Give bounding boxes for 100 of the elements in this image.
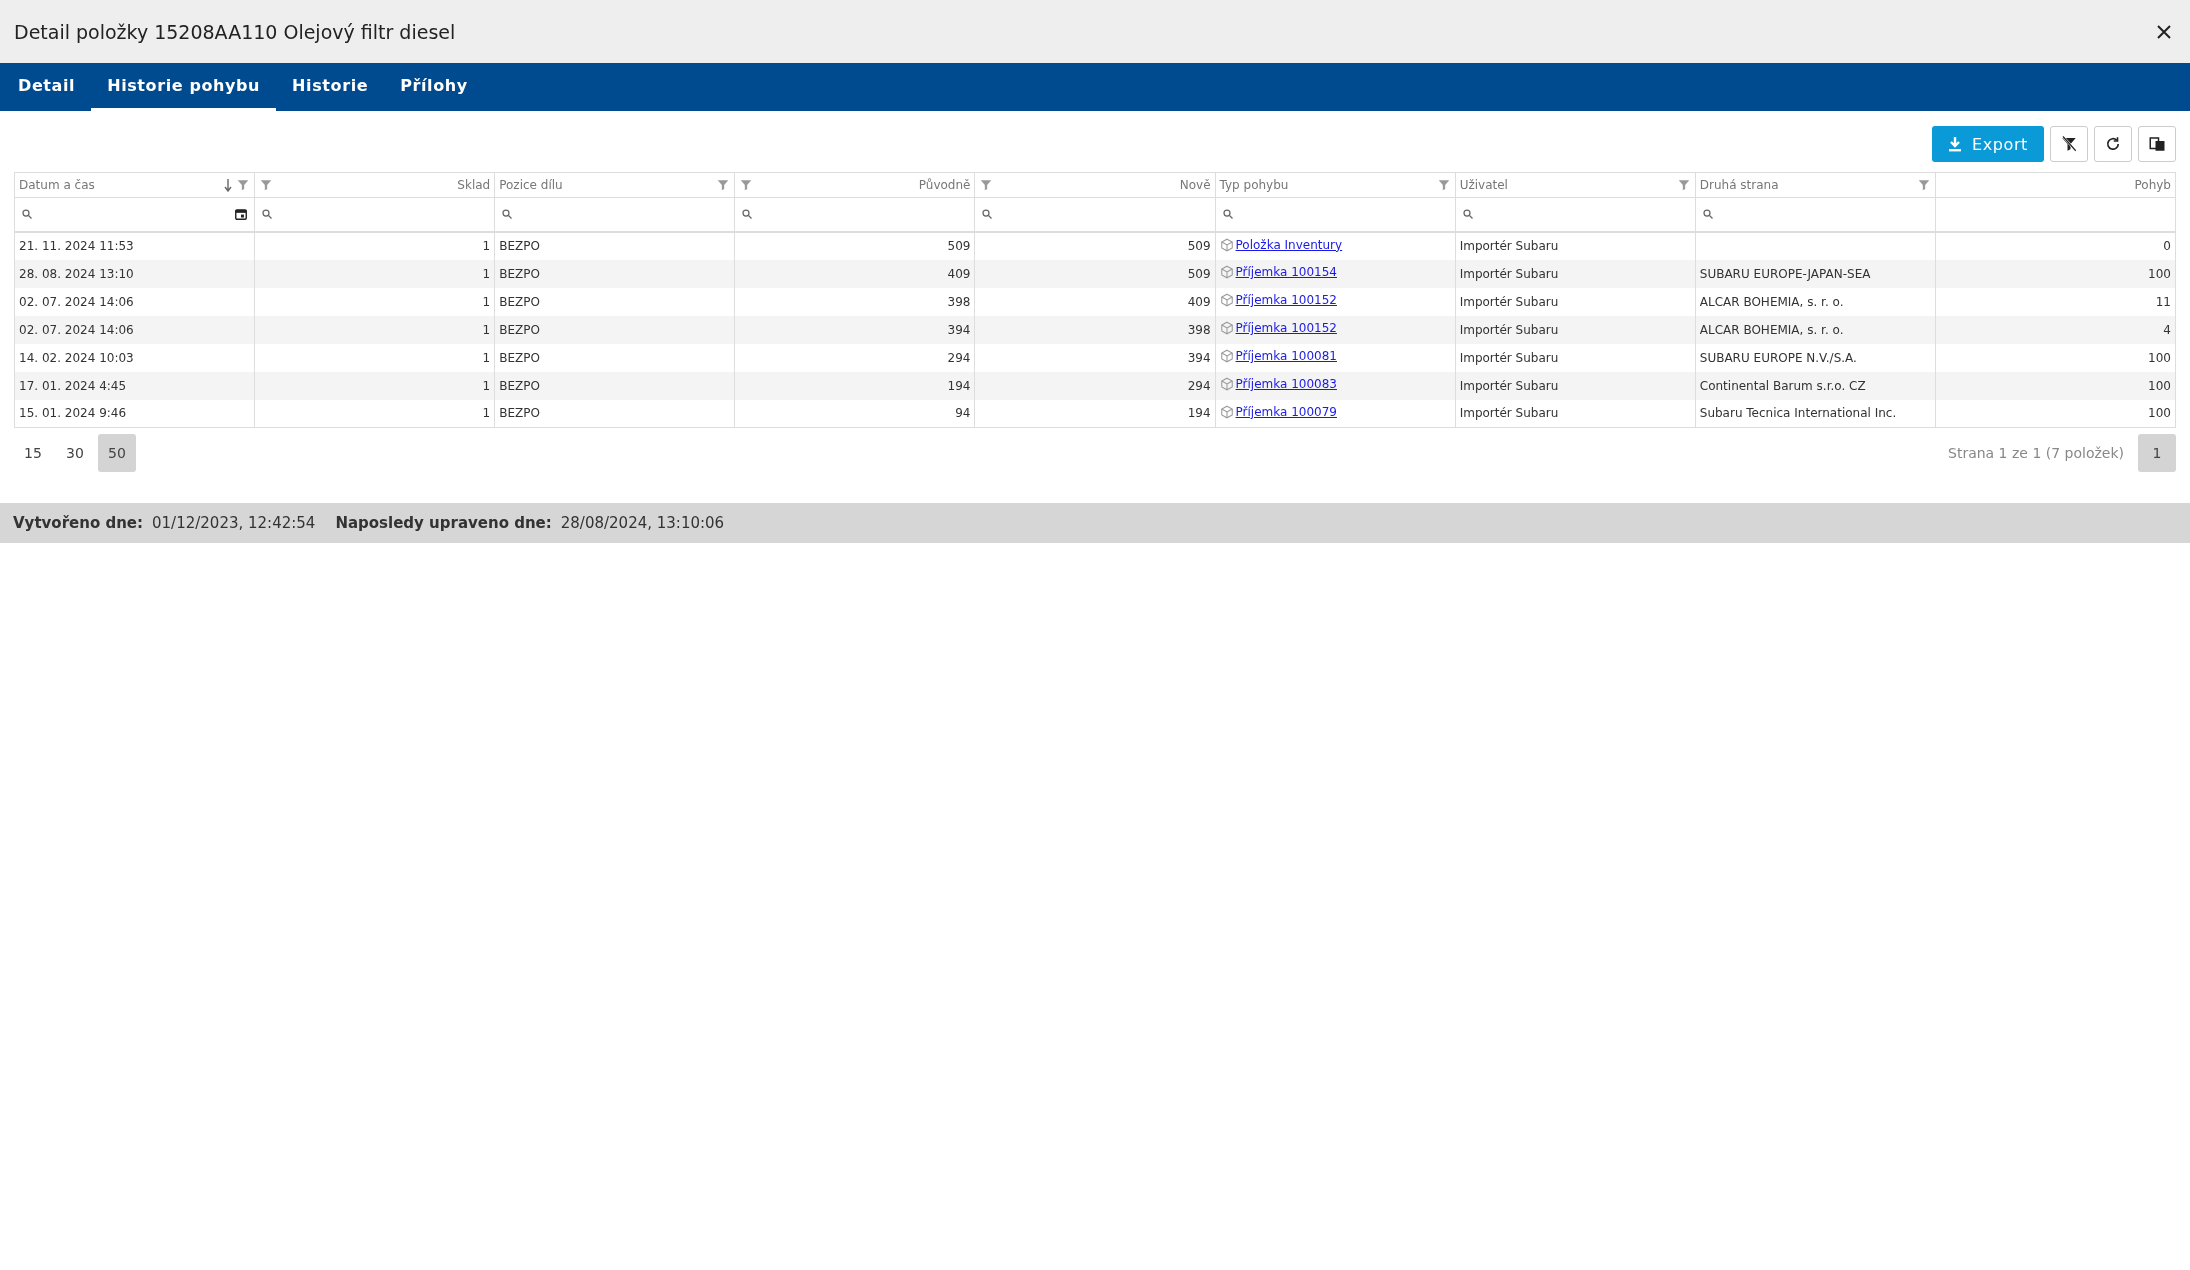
refresh-button[interactable] <box>2094 126 2132 162</box>
table-cell: SUBARU EUROPE-JAPAN-SEA <box>1699 266 1871 281</box>
table-cell: BEZPO <box>499 406 540 421</box>
table-cell: 14. 02. 2024 10:03 <box>19 350 134 365</box>
package-icon <box>1219 237 1234 252</box>
column-header[interactable]: Uživatel <box>1455 172 1696 198</box>
page-size-button[interactable]: 30 <box>56 434 94 472</box>
table-cell: 0 <box>2163 239 2171 253</box>
column-header[interactable]: Pozice dílu <box>494 172 735 198</box>
table-cell: 409 <box>947 266 971 281</box>
package-icon <box>1219 404 1234 419</box>
status-label: Naposledy upraveno dne: <box>335 514 552 532</box>
table-cell: 194 <box>1187 406 1211 421</box>
movement-link[interactable]: Příjemka 100081 <box>1219 349 1337 363</box>
filter-field[interactable] <box>1695 197 1936 232</box>
clear-filter-button[interactable] <box>2050 126 2088 162</box>
table-cell: 1 <box>482 406 491 421</box>
table-cell: 509 <box>947 239 971 253</box>
tab[interactable]: Detail <box>2 63 92 111</box>
filter-icon[interactable] <box>1916 178 1931 192</box>
table-cell: 100 <box>2148 266 2171 281</box>
page-size-button[interactable]: 50 <box>98 434 136 472</box>
table-cell: 100 <box>2148 350 2171 365</box>
table-cell: 294 <box>1187 378 1211 393</box>
sort-arrow-icon[interactable] <box>224 178 233 192</box>
table-cell: BEZPO <box>499 322 540 337</box>
table-cell: ALCAR BOHEMIA, s. r. o. <box>1699 322 1844 337</box>
column-header[interactable]: Nově <box>974 172 1216 198</box>
table-cell: 409 <box>1187 294 1211 309</box>
table-cell: BEZPO <box>499 378 540 393</box>
movement-link[interactable]: Příjemka 100154 <box>1219 265 1337 279</box>
filter-field[interactable] <box>494 197 735 232</box>
filter-icon[interactable] <box>1436 178 1451 192</box>
column-chooser-button[interactable] <box>2138 126 2176 162</box>
movement-link[interactable]: Příjemka 100083 <box>1219 377 1337 391</box>
table-cell: 11 <box>2155 294 2171 309</box>
filter-icon[interactable] <box>1676 178 1691 192</box>
column-header[interactable]: Sklad <box>254 172 495 198</box>
table-cell: 4 <box>2163 322 2171 337</box>
table-cell: 100 <box>2148 406 2171 421</box>
table-cell: Importér Subaru <box>1459 266 1559 281</box>
movement-link[interactable]: Příjemka 100152 <box>1219 293 1337 307</box>
download-icon <box>1948 136 1962 152</box>
calendar-icon[interactable] <box>234 207 249 222</box>
table-cell: Continental Barum s.r.o. CZ <box>1699 378 1866 393</box>
filter-icon[interactable] <box>716 178 731 192</box>
filter-field[interactable] <box>974 197 1216 232</box>
filter-field[interactable] <box>1455 197 1696 232</box>
filter-icon[interactable] <box>979 178 994 192</box>
page-size-button[interactable]: 15 <box>14 434 52 472</box>
column-header[interactable]: Pohyb <box>1935 172 2176 198</box>
table-cell: BEZPO <box>499 239 540 253</box>
search-icon <box>981 208 994 221</box>
search-icon <box>501 208 514 221</box>
refresh-icon <box>2104 135 2122 153</box>
filter-icon[interactable] <box>236 178 251 192</box>
table-cell: 509 <box>1187 239 1211 253</box>
table-cell: 1 <box>482 350 491 365</box>
column-header[interactable]: Druhá strana <box>1695 172 1936 198</box>
search-icon <box>1701 208 1714 221</box>
filter-icon[interactable] <box>259 178 274 192</box>
search-icon <box>1461 208 1474 221</box>
table-cell: 21. 11. 2024 11:53 <box>19 239 134 253</box>
movement-link[interactable]: Položka Inventury <box>1219 237 1343 252</box>
filter-field[interactable] <box>734 197 975 232</box>
table-cell: 398 <box>1187 322 1211 337</box>
table-cell: BEZPO <box>499 266 540 281</box>
column-header[interactable]: Typ pohybu <box>1215 172 1456 198</box>
columns-icon <box>2148 135 2166 153</box>
package-icon <box>1219 377 1234 391</box>
table-cell: 1 <box>482 239 491 253</box>
table-cell: 1 <box>482 266 491 281</box>
table-cell: 15. 01. 2024 9:46 <box>19 406 127 421</box>
table-cell: 1 <box>482 294 491 309</box>
table-cell: 28. 08. 2024 13:10 <box>19 266 134 281</box>
column-header[interactable]: Původně <box>734 172 975 198</box>
table-cell: 94 <box>955 406 971 421</box>
filter-field[interactable] <box>14 197 255 232</box>
filter-field[interactable] <box>1215 197 1456 232</box>
search-icon <box>261 208 274 221</box>
tab[interactable]: Historie pohybu <box>91 63 277 111</box>
table-cell: Importér Subaru <box>1459 406 1559 421</box>
table-cell: BEZPO <box>499 294 540 309</box>
movement-link[interactable]: Příjemka 100079 <box>1219 404 1337 419</box>
tab[interactable]: Historie <box>276 63 385 111</box>
filter-field[interactable] <box>254 197 495 232</box>
tab[interactable]: Přílohy <box>384 63 484 111</box>
table-cell: 17. 01. 2024 4:45 <box>19 378 127 393</box>
table-cell: BEZPO <box>499 350 540 365</box>
crossed-filter-icon <box>2060 135 2078 153</box>
movement-link[interactable]: Příjemka 100152 <box>1219 321 1337 335</box>
table-cell: Subaru Tecnica International Inc. <box>1699 406 1897 421</box>
table-cell: 100 <box>2148 378 2171 393</box>
table-cell: 194 <box>947 378 971 393</box>
page-info: Strana 1 ze 1 (7 položek) <box>1948 445 2124 461</box>
column-header[interactable]: Datum a čas <box>14 172 255 198</box>
table-cell: SUBARU EUROPE N.V./S.A. <box>1699 350 1857 365</box>
filter-icon[interactable] <box>739 178 754 192</box>
page-button[interactable]: 1 <box>2138 434 2176 472</box>
table-cell: Importér Subaru <box>1459 294 1559 309</box>
